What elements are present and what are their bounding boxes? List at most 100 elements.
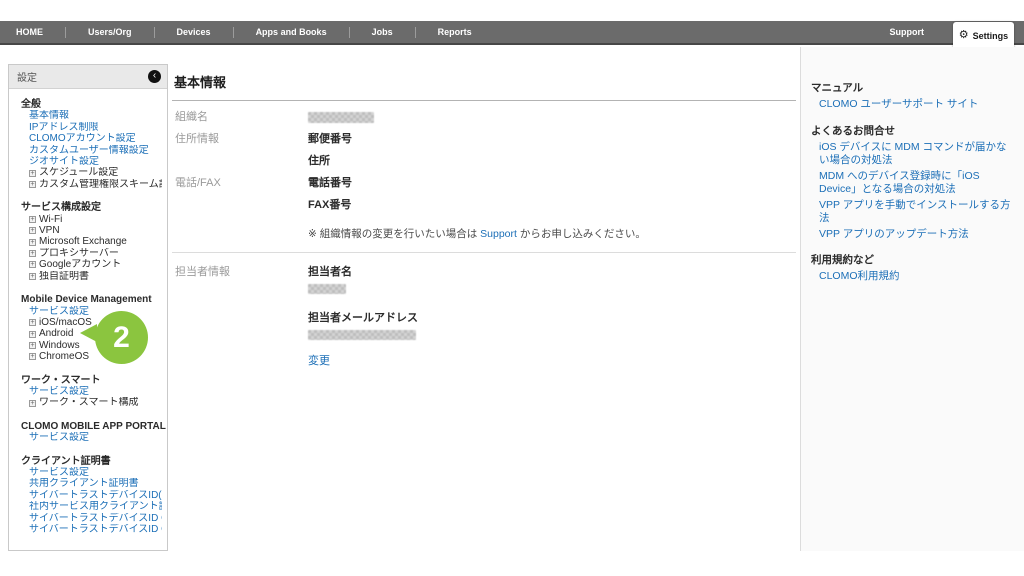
tab-settings[interactable]: ⚙ Settings <box>953 22 1014 49</box>
help-section-: マニュアル CLOMO ユーザーサポート サイト <box>811 80 1012 112</box>
settings-tab-label: Settings <box>973 31 1009 41</box>
address-label: 住所 <box>308 152 796 168</box>
change-link[interactable]: 変更 <box>308 352 330 368</box>
nav-item-home[interactable]: HOME <box>16 27 43 37</box>
expand-icon[interactable]: + <box>29 250 36 257</box>
sidebar-item-vpn[interactable]: +VPN <box>14 225 162 236</box>
sidebar-section-header: ワーク・スマート <box>14 375 162 386</box>
expand-icon[interactable]: + <box>29 227 36 234</box>
nav-item-users-org[interactable]: Users/Org <box>88 27 132 37</box>
sidebar-item-[interactable]: サービス設定 <box>14 467 162 478</box>
sidebar-item-label: ジオサイト設定 <box>29 156 99 167</box>
nav-item-reports[interactable]: Reports <box>438 27 472 37</box>
nav-separator <box>415 27 416 38</box>
expand-icon[interactable]: + <box>29 261 36 268</box>
topnav-items: HOME Users/Org Devices Apps and Books Jobs Re… <box>16 21 484 43</box>
help-section-header: マニュアル <box>811 80 1012 95</box>
sidebar-item-[interactable]: サービス設定 <box>14 386 162 397</box>
help-section-header: 利用規約など <box>811 252 1012 267</box>
sidebar-item-clomo[interactable]: CLOMOアカウント設定 <box>14 133 162 144</box>
nav-item-jobs[interactable]: Jobs <box>372 27 393 37</box>
sidebar-item-[interactable]: 社内サービス用クライアント証明書 <box>14 501 162 512</box>
sidebar-item-label: スケジュール設定 <box>39 167 118 178</box>
sidebar-item-label: ワーク・スマート構成 <box>39 397 139 408</box>
nav-separator <box>154 27 155 38</box>
sidebar-section-header: 全般 <box>14 99 162 110</box>
sidebar-item-label: 共用クライアント証明書 <box>29 478 139 489</box>
nav-item-apps-and-books[interactable]: Apps and Books <box>256 27 327 37</box>
expand-icon[interactable]: + <box>29 216 36 223</box>
sidebar-item-label: サービス設定 <box>29 467 89 478</box>
sidebar-item-label: サービス設定 <box>29 306 89 317</box>
sidebar-item-label: サイバートラストデバイスID G3is... <box>29 513 162 524</box>
help-link[interactable]: MDM へのデバイス登録時に「iOS Device」となる場合の対処法 <box>811 170 1012 197</box>
sidebar-item-[interactable]: カスタムユーザー情報設定 <box>14 145 162 156</box>
expand-icon[interactable]: + <box>29 319 36 326</box>
help-link[interactable]: iOS デバイスに MDM コマンドが届かない場合の対処法 <box>811 141 1012 168</box>
org-name-label: 組織名 <box>172 108 308 124</box>
sidebar-item-label: サイバートラストデバイスID(pilot)... <box>29 490 162 501</box>
sidebar-header: 設定 ‹ <box>9 65 167 89</box>
sidebar-item-id-g3is[interactable]: サイバートラストデバイスID G3is... <box>14 513 162 524</box>
sidebar-item-label: Googleアカウント <box>39 259 121 270</box>
expand-icon[interactable]: + <box>29 400 36 407</box>
help-link[interactable]: CLOMO利用規約 <box>811 270 1012 284</box>
sidebar-item-[interactable]: サービス設定 <box>14 306 162 317</box>
sidebar-item-label: Windows <box>39 340 80 351</box>
expand-icon[interactable]: + <box>29 353 36 360</box>
expand-icon[interactable]: + <box>29 273 36 280</box>
sidebar-item-[interactable]: +カスタム管理権限スキーム設定 <box>14 179 162 190</box>
expand-icon[interactable]: + <box>29 170 36 177</box>
main-content: 基本情報 組織名 住所情報 郵便番号 住所 電話/FAX 電話番号 FAX番号 … <box>172 64 796 369</box>
sidebar-item-[interactable]: ジオサイト設定 <box>14 156 162 167</box>
sidebar-section-header: CLOMO MOBILE APP PORTAL <box>14 421 162 432</box>
sidebar-section-header: サービス構成設定 <box>14 202 162 213</box>
sidebar-item-wi-fi[interactable]: +Wi-Fi <box>14 214 162 225</box>
expand-icon[interactable]: + <box>29 239 36 246</box>
sidebar-item-[interactable]: +スケジュール設定 <box>14 167 162 178</box>
sidebar-item-label: Wi-Fi <box>39 214 62 225</box>
sidebar-section-: 全般基本情報IPアドレス制限CLOMOアカウント設定カスタムユーザー情報設定ジオ… <box>14 99 162 190</box>
sidebar-item-label: 独自証明書 <box>39 271 89 282</box>
collapse-sidebar-icon[interactable]: ‹ <box>148 70 161 83</box>
sidebar-item-label: カスタム管理権限スキーム設定 <box>39 179 162 190</box>
nav-item-devices[interactable]: Devices <box>177 27 211 37</box>
sidebar-item-label: プロキシサーバー <box>39 248 119 259</box>
sidebar-item-[interactable]: +独自証明書 <box>14 271 162 282</box>
sidebar-item-google[interactable]: +Googleアカウント <box>14 259 162 270</box>
sidebar-item-label: カスタムユーザー情報設定 <box>29 145 149 156</box>
address-info-label: 住所情報 <box>172 130 308 146</box>
sidebar-item-id-g3is[interactable]: サイバートラストデバイスID G3is(... <box>14 524 162 535</box>
nav-separator <box>65 27 66 38</box>
contact-email-label: 担当者メールアドレス <box>308 309 796 325</box>
help-link[interactable]: VPP アプリのアップデート方法 <box>811 228 1012 242</box>
expand-icon[interactable]: + <box>29 181 36 188</box>
help-link[interactable]: VPP アプリを手動でインストールする方法 <box>811 199 1012 226</box>
page-title: 基本情報 <box>172 64 796 101</box>
settings-sidebar: 設定 ‹ 全般基本情報IPアドレス制限CLOMOアカウント設定カスタムユーザー情… <box>8 64 168 551</box>
sidebar-item-label: 基本情報 <box>29 110 69 121</box>
support-link[interactable]: Support <box>480 228 517 240</box>
sidebar-item-[interactable]: 基本情報 <box>14 110 162 121</box>
sidebar-item-[interactable]: +プロキシサーバー <box>14 248 162 259</box>
nav-item-support[interactable]: Support <box>890 27 925 37</box>
sidebar-section-header: Mobile Device Management <box>14 294 162 305</box>
expand-icon[interactable]: + <box>29 331 36 338</box>
help-section-: 利用規約など CLOMO利用規約 <box>811 252 1012 284</box>
sidebar-item-label: サービス設定 <box>29 432 89 443</box>
note-text-prefix: ※ 組織情報の変更を行いたい場合は <box>308 228 480 240</box>
sidebar-item-id-pilot[interactable]: サイバートラストデバイスID(pilot)... <box>14 490 162 501</box>
help-link[interactable]: CLOMO ユーザーサポート サイト <box>811 98 1012 112</box>
section-divider <box>172 252 796 253</box>
sidebar-item-[interactable]: サービス設定 <box>14 432 162 443</box>
sidebar-section-clomo-mobile-app-portal: CLOMO MOBILE APP PORTALサービス設定 <box>14 421 162 444</box>
sidebar-item-label: CLOMOアカウント設定 <box>29 133 136 144</box>
annotation-badge-2: 2 <box>95 311 148 364</box>
sidebar-item-[interactable]: +ワーク・スマート構成 <box>14 397 162 408</box>
postal-code-label: 郵便番号 <box>308 130 796 146</box>
sidebar-item-ip[interactable]: IPアドレス制限 <box>14 122 162 133</box>
sidebar-item-[interactable]: 共用クライアント証明書 <box>14 478 162 489</box>
sidebar-item-label: サービス設定 <box>29 386 89 397</box>
expand-icon[interactable]: + <box>29 342 36 349</box>
sidebar-item-microsoft-exchange[interactable]: +Microsoft Exchange <box>14 236 162 247</box>
